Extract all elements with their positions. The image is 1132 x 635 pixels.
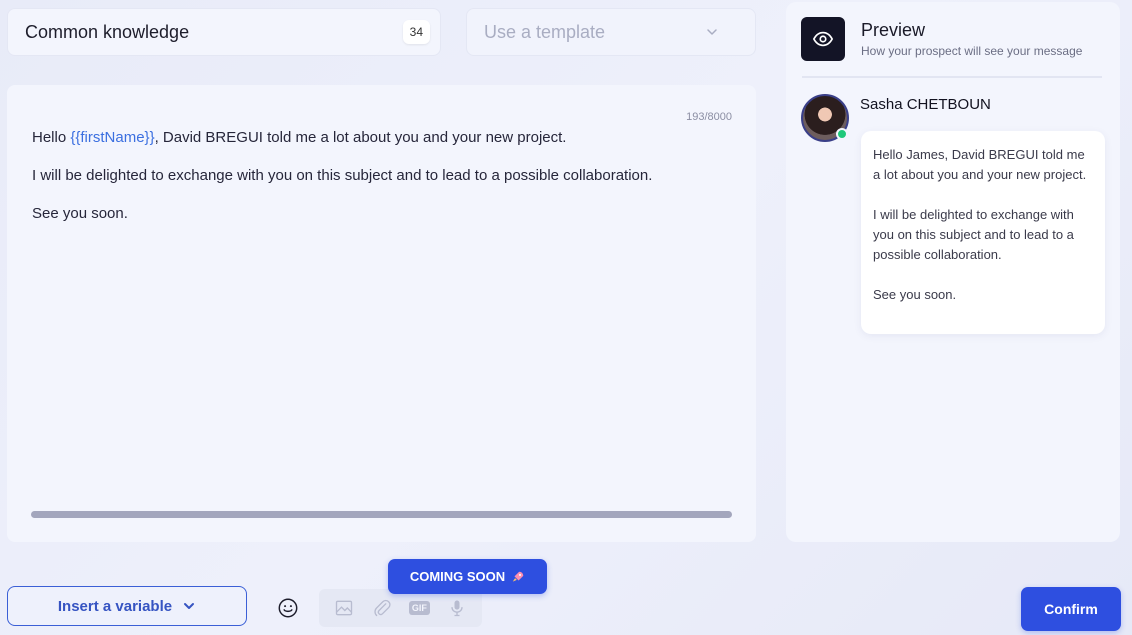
horizontal-scrollbar[interactable] [31, 511, 732, 518]
gif-label: GIF [408, 601, 430, 615]
confirm-button[interactable]: Confirm [1021, 587, 1121, 631]
preview-panel: Preview How your prospect will see your … [786, 2, 1120, 542]
coming-soon-label: COMING SOON [409, 569, 506, 584]
message-line-3: See you soon. [32, 205, 128, 222]
message-editor[interactable]: 193/8000 Hello {{firstName}}, David BREG… [7, 85, 756, 542]
variable-tag-firstname[interactable]: {{firstName}} [70, 129, 154, 146]
preview-paragraph-2: I will be delighted to exchange with you… [873, 207, 1074, 262]
coming-soon-badge: COMING SOON [388, 559, 547, 594]
preview-title: Preview [861, 20, 926, 40]
insert-variable-button[interactable]: Insert a variable [7, 586, 247, 626]
message-count-badge: 34 [402, 20, 430, 44]
preview-subtitle: How your prospect will see your message [861, 44, 1083, 58]
chevron-down-icon [184, 603, 195, 609]
eye-icon [812, 31, 834, 47]
media-attachments-tray: GIF [319, 589, 482, 627]
paperclip-icon [371, 597, 393, 619]
gif-icon: GIF [408, 597, 430, 619]
preview-paragraph-3: See you soon. [873, 287, 957, 302]
microphone-icon [446, 597, 468, 619]
message-line-2: I will be delighted to exchange with you… [32, 167, 653, 184]
rocket-icon [512, 571, 524, 582]
character-count: 193/8000 [686, 111, 732, 123]
chevron-down-icon [707, 29, 717, 35]
image-icon [333, 597, 355, 619]
message-preview-bubble: Hello James, David BREGUI told me a lot … [861, 131, 1105, 334]
preview-paragraph-1: Hello James, David BREGUI told me a lot … [873, 147, 1087, 182]
message-line-1: Hello {{firstName}}, David BREGUI told m… [32, 128, 732, 148]
template-select[interactable]: Use a template [466, 8, 756, 56]
message-name-field[interactable]: Common knowledge 34 [7, 8, 441, 56]
preview-divider [802, 76, 1102, 78]
message-body[interactable]: Hello {{firstName}}, David BREGUI told m… [32, 128, 732, 242]
insert-variable-label: Insert a variable [57, 597, 173, 615]
online-status-indicator [836, 128, 848, 140]
preview-icon-box [801, 17, 845, 61]
line1-suffix: , David BREGUI told me a lot about you a… [154, 129, 567, 146]
sender-name: Sasha CHETBOUN [860, 96, 991, 113]
line1-prefix: Hello [32, 129, 71, 146]
smile-icon[interactable] [277, 597, 299, 619]
template-placeholder: Use a template [484, 21, 606, 42]
message-name-value[interactable]: Common knowledge [25, 22, 189, 43]
